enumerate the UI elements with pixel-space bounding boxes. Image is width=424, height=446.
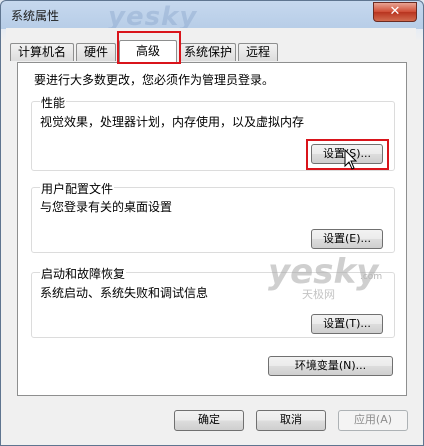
performance-description: 视觉效果，处理器计划，内存使用，以及虚拟内存 — [40, 115, 305, 129]
apply-button[interactable]: 应用(A) — [338, 410, 408, 431]
tab-remote[interactable]: 远程 — [238, 43, 278, 61]
performance-title: 性能 — [40, 94, 67, 111]
tab-highlight-box — [117, 31, 181, 64]
user-profiles-settings-button[interactable]: 设置(E)... — [311, 229, 383, 249]
tab-hardware[interactable]: 硬件 — [76, 43, 116, 61]
admin-notice: 要进行大多数更改，您必须作为管理员登录。 — [34, 73, 275, 87]
user-profiles-title: 用户配置文件 — [40, 180, 115, 197]
startup-recovery-title: 启动和故障恢复 — [40, 265, 127, 282]
close-button[interactable]: ✕ — [373, 2, 417, 22]
ok-button[interactable]: 确定 — [174, 410, 244, 431]
watermark-com: .com — [360, 272, 383, 282]
user-profiles-description: 与您登录有关的桌面设置 — [40, 200, 173, 214]
title-bar[interactable]: 系统属性 ✕ — [1, 1, 423, 29]
window-title: 系统属性 — [11, 9, 60, 23]
tab-system-protection[interactable]: 系统保护 — [180, 43, 236, 61]
mouse-pointer-icon — [344, 149, 358, 170]
tab-computer-name[interactable]: 计算机名 — [10, 43, 74, 61]
startup-settings-button[interactable]: 设置(T)... — [311, 314, 383, 334]
cancel-button[interactable]: 取消 — [256, 410, 326, 431]
environment-variables-button[interactable]: 环境变量(N)... — [268, 356, 393, 376]
startup-recovery-description: 系统启动、系统失败和调试信息 — [40, 286, 209, 300]
watermark-cn: 天极网 — [302, 288, 335, 301]
